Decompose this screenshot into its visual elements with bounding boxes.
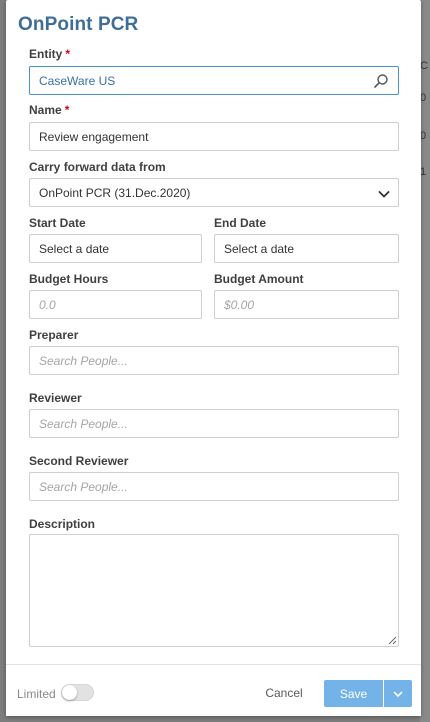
entity-label-text: Entity (29, 47, 63, 61)
cancel-button[interactable]: Cancel (256, 682, 312, 704)
background-text: C (420, 60, 428, 72)
entity-value: CaseWare US (39, 73, 116, 88)
resize-handle-icon[interactable] (388, 636, 397, 645)
required-mark: * (64, 103, 70, 117)
preparer-label: Preparer (29, 328, 79, 342)
search-icon[interactable] (373, 73, 389, 89)
end-date-label: End Date (214, 216, 267, 230)
save-button[interactable]: Save (324, 680, 383, 707)
dialog-title: OnPoint PCR (18, 14, 139, 35)
start-date-field[interactable]: Select a date (29, 234, 202, 263)
preparer-placeholder: Search People... (39, 353, 128, 368)
background-page: C 0 0 1 (420, 0, 430, 722)
entity-label: Entity * (29, 47, 70, 61)
carry-forward-select[interactable]: OnPoint PCR (31.Dec.2020) (29, 178, 399, 207)
budget-amount-field[interactable]: $0.00 (214, 290, 399, 319)
second-reviewer-label: Second Reviewer (29, 454, 129, 468)
carry-forward-value: OnPoint PCR (31.Dec.2020) (39, 185, 191, 200)
budget-hours-field[interactable]: 0.0 (29, 290, 202, 319)
limited-toggle[interactable] (61, 684, 94, 701)
background-text: 0 (420, 130, 427, 142)
carry-forward-label: Carry forward data from (29, 160, 166, 174)
name-label: Name * (29, 103, 69, 117)
limited-label: Limited (17, 687, 56, 701)
description-label: Description (29, 517, 96, 531)
reviewer-label: Reviewer (29, 391, 82, 405)
name-field[interactable]: Review engagement (29, 122, 399, 151)
reviewer-placeholder: Search People... (39, 416, 128, 431)
end-date-field[interactable]: Select a date (214, 234, 399, 263)
entity-field[interactable]: CaseWare US (29, 66, 399, 95)
name-value: Review engagement (39, 129, 149, 144)
second-reviewer-field[interactable]: Search People... (29, 472, 399, 501)
end-date-value: Select a date (224, 241, 295, 256)
save-options-button[interactable] (384, 680, 412, 707)
toggle-knob (62, 685, 77, 700)
start-date-label: Start Date (29, 216, 86, 230)
budget-hours-placeholder: 0.0 (39, 297, 56, 312)
start-date-value: Select a date (39, 241, 110, 256)
second-reviewer-placeholder: Search People... (39, 479, 128, 494)
reviewer-field[interactable]: Search People... (29, 409, 399, 438)
background-text: 0 (420, 92, 427, 104)
budget-amount-placeholder: $0.00 (224, 297, 255, 312)
background-text: 1 (420, 166, 427, 178)
chevron-down-icon (393, 691, 403, 697)
budget-amount-label: Budget Amount (214, 272, 304, 286)
preparer-field[interactable]: Search People... (29, 346, 399, 375)
create-engagement-dialog: OnPoint PCR Entity * CaseWare US Name * Re… (6, 0, 421, 716)
required-mark: * (65, 47, 71, 61)
dialog-footer: Limited Cancel Save (6, 664, 421, 716)
description-textarea[interactable] (29, 534, 399, 647)
budget-hours-label: Budget Hours (29, 272, 109, 286)
name-label-text: Name (29, 103, 62, 117)
chevron-down-icon (378, 191, 390, 198)
